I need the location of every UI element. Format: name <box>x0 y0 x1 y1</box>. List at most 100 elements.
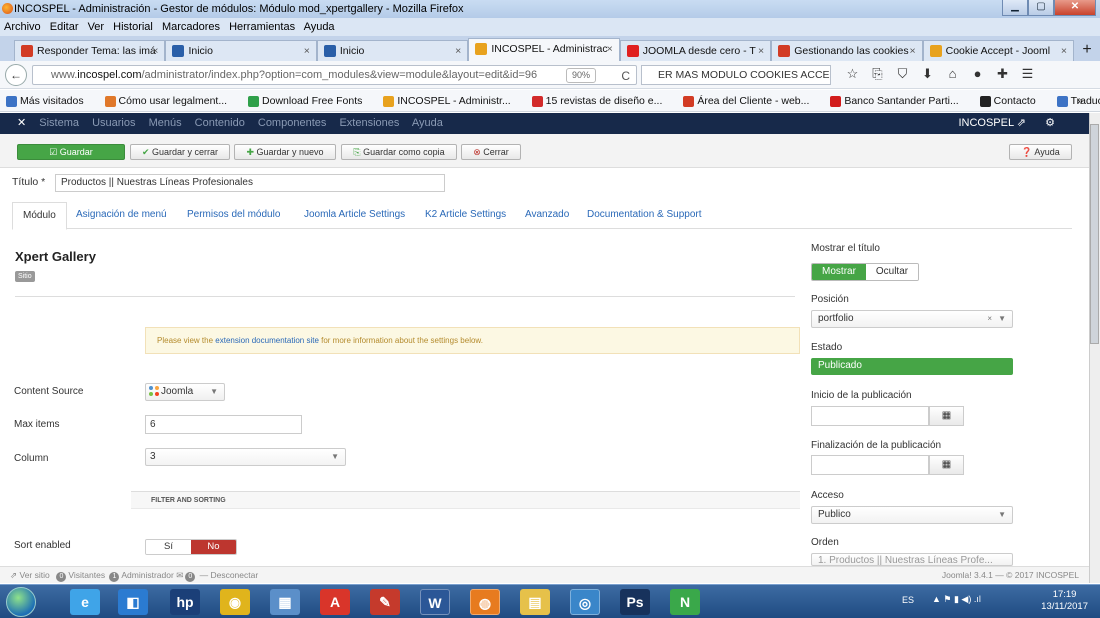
nav-ayuda[interactable]: Ayuda <box>412 117 443 129</box>
minimize-button[interactable]: ▁ <box>1002 0 1028 16</box>
gear-icon[interactable]: ⚙ <box>1045 117 1055 129</box>
nav-contenido[interactable]: Contenido <box>195 117 245 129</box>
bookmarks-overflow-button[interactable]: » <box>1077 90 1083 111</box>
download-icon[interactable]: ⬇ <box>915 66 940 82</box>
tray-icons[interactable]: ▲ ⚑ ▮ ◀) .ıl <box>932 594 981 605</box>
outlook-icon[interactable]: ◧ <box>118 589 148 615</box>
bookmark-item[interactable]: Más visitados <box>6 95 93 107</box>
menu-historial[interactable]: Historial <box>113 21 153 33</box>
menu-editar[interactable]: Editar <box>50 21 79 33</box>
save-copy-button[interactable]: ⎘ Guardar como copia <box>341 144 457 160</box>
logout-link[interactable]: Desconectar <box>210 570 258 580</box>
tab-permisos[interactable]: Permisos del módulo <box>187 209 280 220</box>
calendar-icon[interactable]: ▦ <box>929 406 964 426</box>
access-select[interactable]: Publico ▼ <box>811 506 1013 524</box>
explorer-icon[interactable]: ▤ <box>520 589 550 615</box>
chrome-icon[interactable]: ◉ <box>220 589 250 615</box>
photoshop-icon[interactable]: Ps <box>620 589 650 615</box>
hp-icon[interactable]: hp <box>170 589 200 615</box>
word-icon[interactable]: W <box>420 589 450 615</box>
start-button[interactable] <box>6 587 36 617</box>
ie-icon[interactable]: e <box>70 589 100 615</box>
tab-close-icon[interactable]: × <box>1061 41 1067 61</box>
menu-ayuda[interactable]: Ayuda <box>304 21 335 33</box>
menu-icon[interactable]: ☰ <box>1015 66 1040 82</box>
column-select[interactable]: 3 ▼ <box>145 448 346 466</box>
search-input[interactable]: ER MAS MODULO COOKIES ACCEPT <box>641 65 831 85</box>
browser-tab[interactable]: Inicio × <box>165 40 317 61</box>
browser-tab[interactable]: Responder Tema: las imá × <box>14 40 166 61</box>
bookmark-item[interactable]: Cómo usar legalment... <box>104 95 237 107</box>
new-tab-button[interactable]: + <box>1074 39 1100 61</box>
browser-tab[interactable]: JOOMLA desde cero - T × <box>619 40 772 61</box>
tab-asignacion-menu[interactable]: Asignación de menú <box>76 209 167 220</box>
hide-button[interactable]: Ocultar <box>865 264 918 280</box>
zoom-indicator[interactable]: 90% <box>565 68 596 83</box>
addon-icon[interactable]: ● <box>965 66 990 82</box>
bookmark-item[interactable]: Download Free Fonts <box>248 95 371 107</box>
publish-end-input[interactable] <box>811 455 929 475</box>
nav-componentes[interactable]: Componentes <box>258 117 327 129</box>
nav-menus[interactable]: Menús <box>149 117 182 129</box>
order-select[interactable]: 1. Productos || Nuestras Líneas Profe... <box>811 553 1013 566</box>
menu-marcadores[interactable]: Marcadores <box>162 21 220 33</box>
back-button[interactable]: ← <box>5 64 27 86</box>
acrobat-icon[interactable]: A <box>320 589 350 615</box>
menu-herramientas[interactable]: Herramientas <box>229 21 295 33</box>
help-button[interactable]: ❓ Ayuda <box>1009 144 1072 160</box>
clear-icon[interactable]: × <box>987 311 992 327</box>
bookmark-item[interactable]: Banco Santander Parti... <box>830 95 967 107</box>
save-new-button[interactable]: ✚ Guardar y nuevo <box>234 144 336 160</box>
scrollbar-thumb[interactable] <box>1090 124 1099 344</box>
app-icon[interactable]: ◎ <box>570 589 600 615</box>
nav-sistema[interactable]: Sistema <box>39 117 79 129</box>
maximize-button[interactable]: ▢ <box>1028 0 1054 16</box>
menu-archivo[interactable]: Archivo <box>4 21 41 33</box>
browser-tab[interactable]: Gestionando las cookies × <box>771 40 923 61</box>
bookmark-item[interactable]: 15 revistas de diseño e... <box>531 95 672 107</box>
save-close-button[interactable]: ✔ Guardar y cerrar <box>130 144 230 160</box>
close-button[interactable]: ⊗ Cerrar <box>461 144 521 160</box>
save-button[interactable]: ☑ Guardar <box>17 144 125 160</box>
calculator-icon[interactable]: ▦ <box>270 589 300 615</box>
position-select[interactable]: portfolio × ▼ <box>811 310 1013 328</box>
calendar-icon[interactable]: ▦ <box>929 455 964 475</box>
firefox-taskbar-icon[interactable]: ◍ <box>470 589 500 615</box>
joomla-logo-icon[interactable]: ✕ <box>17 117 26 129</box>
tab-close-icon[interactable]: × <box>455 41 461 61</box>
sort-yes-button[interactable]: Sí <box>146 540 191 554</box>
show-button[interactable]: Mostrar <box>812 264 866 280</box>
tab-avanzado[interactable]: Avanzado <box>525 209 569 220</box>
tab-joomla-article-settings[interactable]: Joomla Article Settings <box>304 209 405 220</box>
pocket-icon[interactable]: ⛉ <box>890 66 915 82</box>
paint-icon[interactable]: ✎ <box>370 589 400 615</box>
title-input[interactable]: Productos || Nuestras Líneas Profesional… <box>55 174 445 192</box>
site-link[interactable]: INCOSPEL ⇗ <box>958 117 1026 129</box>
tab-close-icon[interactable]: × <box>758 41 764 61</box>
nav-usuarios[interactable]: Usuarios <box>92 117 135 129</box>
extension-icon[interactable]: ✚ <box>990 66 1015 82</box>
bookmark-star-icon[interactable]: ☆ <box>840 66 865 82</box>
tab-close-icon[interactable]: × <box>152 41 158 61</box>
browser-tab-active[interactable]: INCOSPEL - Administrac × <box>468 38 620 61</box>
menu-ver[interactable]: Ver <box>88 21 105 33</box>
browser-tab[interactable]: Inicio × <box>316 40 469 61</box>
tab-k2-article-settings[interactable]: K2 Article Settings <box>425 209 506 220</box>
app-n-icon[interactable]: N <box>670 589 700 615</box>
sort-no-button[interactable]: No <box>191 540 236 554</box>
bookmark-item[interactable]: INCOSPEL - Administr... <box>383 95 519 107</box>
publish-start-input[interactable] <box>811 406 929 426</box>
home-icon[interactable]: ⌂ <box>940 66 965 82</box>
tab-close-icon[interactable]: × <box>909 41 915 61</box>
tab-close-icon[interactable]: × <box>607 39 613 59</box>
documentation-link[interactable]: extension documentation site <box>215 336 319 345</box>
bookmark-item[interactable]: Contacto <box>979 95 1045 107</box>
language-indicator[interactable]: ES <box>902 595 914 605</box>
max-items-input[interactable]: 6 <box>145 415 302 434</box>
tab-documentation[interactable]: Documentation & Support <box>587 209 702 220</box>
view-site-link[interactable]: Ver sitio <box>20 570 50 580</box>
tab-modulo[interactable]: Módulo <box>12 202 67 230</box>
tab-close-icon[interactable]: × <box>304 41 310 61</box>
url-bar[interactable]: www.incospel.com/administrator/index.php… <box>32 65 637 85</box>
clock[interactable]: 17:19 13/11/2017 <box>1041 589 1088 613</box>
